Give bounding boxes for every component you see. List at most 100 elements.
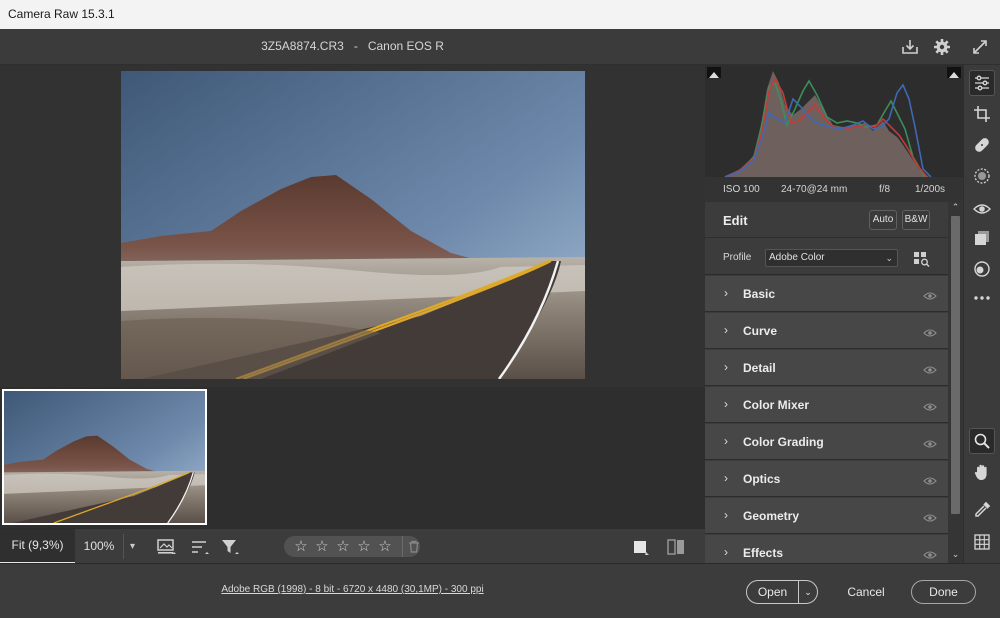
auto-button[interactable]: Auto (869, 210, 897, 230)
section-label: Effects (743, 546, 784, 560)
background-options-icon[interactable] (630, 536, 652, 558)
chevron-right-icon: › (724, 471, 728, 485)
section-basic[interactable]: › Basic (705, 276, 948, 312)
profile-row: Profile Adobe Color ⌄ (705, 239, 948, 275)
visibility-eye-icon[interactable] (923, 547, 937, 559)
section-label: Color Grading (743, 435, 824, 449)
cancel-button[interactable]: Cancel (833, 580, 899, 604)
header-bar: 3Z5A8874.CR3 - Canon EOS R (0, 29, 1000, 65)
section-label: Color Mixer (743, 398, 810, 412)
chevron-right-icon: › (724, 286, 728, 300)
fullscreen-toggle-icon[interactable] (969, 36, 991, 58)
zoom-fit-button[interactable]: Fit (9,3%) (0, 529, 75, 564)
visibility-eye-icon[interactable] (923, 362, 937, 374)
chevron-right-icon: › (724, 323, 728, 337)
chevron-down-icon[interactable]: ⌄ (948, 549, 963, 560)
grid-overlay-icon[interactable] (969, 529, 995, 555)
zoom-100-button[interactable]: 100% (75, 529, 123, 564)
rating-star-5[interactable]: ☆ (375, 536, 395, 557)
hand-tool-icon[interactable] (969, 459, 995, 485)
section-optics[interactable]: › Optics (705, 461, 948, 497)
open-button[interactable]: Open ⌄ (746, 580, 818, 604)
filmstrip-thumbnail[interactable] (2, 389, 207, 525)
visibility-eye-icon[interactable] (923, 325, 937, 337)
chevron-right-icon: › (724, 434, 728, 448)
section-effects[interactable]: › Effects (705, 535, 948, 563)
section-label: Basic (743, 287, 776, 301)
presets-icon[interactable] (969, 256, 995, 282)
open-options-dropdown[interactable]: ⌄ (798, 581, 817, 603)
lens-value: 24-70@24 mm (781, 184, 848, 195)
panel-scrollbar[interactable]: ⌃ ⌄ (948, 202, 963, 563)
aperture-value: f/8 (879, 184, 891, 195)
edit-header: Edit Auto B&W (705, 202, 948, 238)
shutter-value: 1/200s (915, 184, 946, 195)
rating-star-1[interactable]: ☆ (291, 536, 311, 557)
section-label: Optics (743, 472, 781, 486)
filmstrip (0, 387, 705, 528)
sort-icon[interactable] (189, 536, 211, 558)
zoom-level-dropdown[interactable]: ▾ (123, 534, 141, 559)
visibility-eye-icon[interactable] (923, 510, 937, 522)
visibility-eye-icon[interactable] (923, 399, 937, 411)
edit-panel: Edit Auto B&W Profile Adobe Color ⌄ › Ba… (705, 202, 948, 563)
visibility-eye-icon[interactable] (923, 473, 937, 485)
iso-value: ISO 100 (723, 184, 760, 195)
section-geometry[interactable]: › Geometry (705, 498, 948, 534)
section-color-mixer[interactable]: › Color Mixer (705, 387, 948, 423)
before-after-icon[interactable] (665, 536, 687, 558)
masking-icon[interactable] (969, 163, 995, 189)
snapshots-icon[interactable] (969, 225, 995, 251)
star-rating[interactable]: ☆ ☆ ☆ ☆ ☆ (284, 536, 420, 557)
section-label: Detail (743, 361, 776, 375)
dialog-footer: Adobe RGB (1998) - 8 bit - 6720 x 4480 (… (0, 563, 1000, 618)
histogram-graph (724, 71, 932, 177)
window-title-bar: Camera Raw 15.3.1 (0, 0, 1000, 29)
workflow-options-link[interactable]: Adobe RGB (1998) - 8 bit - 6720 x 4480 (… (0, 584, 705, 595)
chevron-down-icon: ⌄ (885, 253, 893, 263)
section-label: Curve (743, 324, 778, 338)
crop-icon[interactable] (969, 101, 995, 127)
photo-metadata: ISO 100 24-70@24 mm f/8 1/200s (705, 177, 963, 202)
chevron-down-icon: ⌄ (804, 587, 812, 597)
zoom-tool-icon[interactable] (969, 428, 995, 454)
rating-star-4[interactable]: ☆ (354, 536, 374, 557)
edit-sliders-icon[interactable] (969, 70, 995, 96)
camera-model: Canon EOS R (367, 39, 444, 53)
more-options-icon[interactable] (969, 285, 995, 311)
rating-star-3[interactable]: ☆ (333, 536, 353, 557)
eyedropper-icon[interactable] (969, 497, 995, 523)
filmstrip-options-icon[interactable] (156, 536, 178, 558)
profile-select[interactable]: Adobe Color ⌄ (765, 249, 898, 267)
window-title: Camera Raw 15.3.1 (8, 7, 115, 21)
profile-value: Adobe Color (769, 252, 825, 263)
chevron-down-icon: ▾ (129, 541, 136, 552)
healing-bandage-icon[interactable] (969, 132, 995, 158)
save-image-icon[interactable] (899, 36, 921, 58)
scrollbar-thumb[interactable] (951, 216, 960, 514)
settings-gear-icon[interactable] (931, 36, 953, 58)
profile-browser-icon[interactable] (913, 251, 931, 267)
section-color-grading[interactable]: › Color Grading (705, 424, 948, 460)
section-curve[interactable]: › Curve (705, 313, 948, 349)
section-detail[interactable]: › Detail (705, 350, 948, 386)
viewer-toolbar: Fit (9,3%) 100% ▾ ☆ ☆ ☆ ☆ ☆ (0, 528, 705, 564)
chevron-right-icon: › (724, 545, 728, 559)
red-eye-icon[interactable] (969, 196, 995, 222)
chevron-right-icon: › (724, 508, 728, 522)
file-name-display: 3Z5A8874.CR3 - Canon EOS R (0, 29, 705, 63)
open-button-label[interactable]: Open (747, 581, 798, 603)
chevron-right-icon: › (724, 397, 728, 411)
visibility-eye-icon[interactable] (923, 288, 937, 300)
filter-icon[interactable] (219, 536, 241, 558)
profile-label: Profile (723, 252, 752, 263)
rating-star-2[interactable]: ☆ (312, 536, 332, 557)
edit-title: Edit (723, 213, 748, 228)
done-button[interactable]: Done (911, 580, 976, 604)
trash-icon[interactable] (402, 536, 420, 557)
visibility-eye-icon[interactable] (923, 436, 937, 448)
main-preview-image (121, 71, 585, 379)
black-white-button[interactable]: B&W (902, 210, 930, 230)
image-viewer[interactable] (0, 65, 705, 387)
chevron-up-icon[interactable]: ⌃ (948, 202, 963, 213)
